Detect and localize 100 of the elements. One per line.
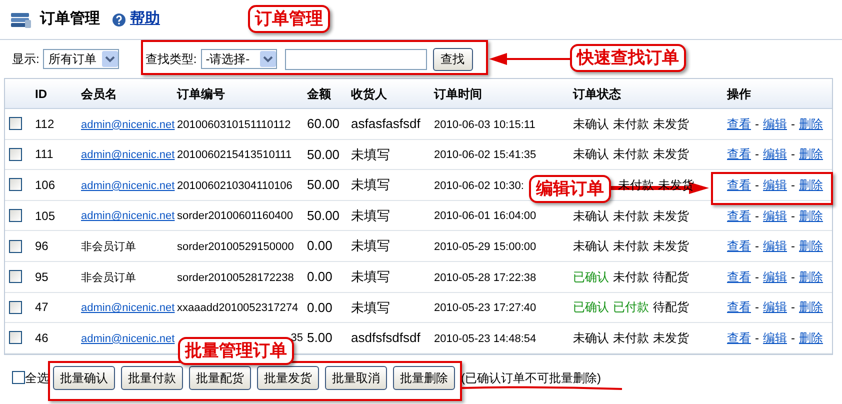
action-link[interactable]: 删除	[799, 114, 823, 133]
action-link[interactable]: 查看	[727, 298, 751, 316]
separator-dash: -	[755, 208, 759, 225]
separator-dash: -	[755, 299, 759, 316]
bulk-action-button[interactable]: 批量配货	[189, 366, 251, 390]
table-cell: 未填写	[351, 208, 390, 223]
filter-select[interactable]: 所有订单	[43, 49, 120, 69]
member-link[interactable]: admin@nicenic.net	[81, 180, 175, 192]
row-checkbox[interactable]	[9, 209, 22, 222]
table-cell: 60.00	[307, 116, 340, 132]
table-cell: 46	[35, 330, 48, 345]
table-cell: 50.00	[307, 177, 340, 192]
action-link[interactable]: 查看	[727, 114, 751, 133]
order-status: 未确认	[573, 208, 609, 225]
table-cell: 未填写	[351, 177, 390, 192]
row-checkbox[interactable]	[9, 300, 22, 314]
search-button[interactable]: 查找	[432, 48, 473, 70]
table-cell: 2010060210304110106	[177, 180, 292, 192]
action-link[interactable]: 编辑	[763, 237, 787, 256]
action-link[interactable]: 编辑	[763, 114, 787, 133]
action-link[interactable]: 编辑	[763, 145, 787, 164]
table-cell: 2010-05-29 15:00:00	[434, 240, 536, 253]
action-link[interactable]: 查看	[727, 268, 751, 286]
table-cell: 2010-05-23 14:48:54	[434, 332, 536, 345]
order-status: 未发货	[653, 146, 689, 164]
order-status: 未确认	[573, 330, 609, 347]
row-checkbox[interactable]	[9, 240, 22, 253]
order-status: 已确认	[573, 299, 609, 316]
callout-label: 订单管理	[248, 5, 330, 33]
action-link[interactable]: 编辑	[763, 298, 787, 316]
action-link[interactable]: 查看	[727, 176, 751, 194]
table-cell: sorder20100601160400	[177, 210, 294, 222]
table-cell: 106	[35, 178, 56, 192]
separator-dash: -	[791, 238, 795, 256]
separator-dash: -	[755, 176, 759, 194]
action-link[interactable]: 查看	[727, 328, 751, 347]
search-field[interactable]	[284, 48, 427, 70]
row-checkbox[interactable]	[9, 178, 22, 192]
bulk-action-button[interactable]: 批量付款	[121, 366, 183, 390]
help-link[interactable]: 帮助	[130, 8, 160, 31]
action-link[interactable]: 删除	[799, 298, 823, 316]
table-cell: 2010060215413510111	[177, 149, 292, 162]
row-checkbox[interactable]	[9, 148, 22, 161]
bulk-note: (已确认订单不可批量删除)	[461, 370, 601, 387]
table-cell: asdfsfsdfsdf	[351, 330, 420, 346]
search-type-select[interactable]: -请选择-	[200, 49, 277, 69]
action-link[interactable]: 编辑	[763, 268, 787, 286]
select-all-checkbox[interactable]	[12, 371, 25, 384]
action-link[interactable]: 查看	[727, 145, 751, 164]
column-header: 收货人	[351, 86, 387, 100]
column-header: 订单时间	[434, 86, 482, 100]
bulk-action-button[interactable]: 批量取消	[325, 366, 387, 390]
table-cell: 2010-06-03 10:15:11	[434, 118, 536, 131]
action-link[interactable]: 编辑	[763, 176, 787, 194]
column-header: 操作	[727, 86, 751, 100]
column-header: 会员名	[81, 86, 117, 100]
action-link[interactable]: 编辑	[763, 328, 787, 347]
separator-dash: -	[791, 116, 795, 133]
member-link[interactable]: admin@nicenic.net	[81, 210, 175, 222]
table-cell: 50.00	[307, 146, 340, 162]
action-link[interactable]: 删除	[799, 145, 823, 164]
order-status: 未付款	[613, 268, 649, 286]
separator-dash: -	[755, 116, 759, 133]
order-status: 未发货	[653, 238, 689, 256]
order-status: 未确认	[573, 116, 609, 133]
column-header: 订单编号	[177, 86, 225, 100]
table-cell: 95	[35, 270, 48, 284]
action-link[interactable]: 查看	[727, 206, 751, 225]
order-status: 待配货	[653, 299, 689, 316]
action-link[interactable]: 删除	[799, 206, 823, 225]
action-link[interactable]: 编辑	[763, 206, 787, 225]
action-link[interactable]: 删除	[799, 237, 823, 256]
row-checkbox[interactable]	[9, 117, 22, 130]
bulk-action-button[interactable]: 批量删除	[393, 366, 455, 390]
member-link[interactable]: admin@nicenic.net	[81, 118, 175, 131]
order-status: 未付款	[613, 116, 649, 133]
column-header: 订单状态	[573, 86, 621, 100]
separator-dash: -	[791, 268, 795, 286]
table-cell: 2010-05-28 17:22:38	[434, 272, 536, 284]
table-cell: 47	[35, 300, 48, 314]
row-checkbox[interactable]	[9, 270, 22, 284]
table-cell: sorder20100528172238	[177, 272, 294, 284]
action-link[interactable]: 查看	[727, 237, 751, 256]
member-link[interactable]: admin@nicenic.net	[81, 302, 175, 314]
table-cell: 2010-06-01 16:04:00	[434, 210, 536, 222]
bulk-action-button[interactable]: 批量确认	[53, 366, 115, 390]
member-link[interactable]: admin@nicenic.net	[81, 332, 175, 345]
order-status: 已付款	[613, 299, 649, 316]
action-link[interactable]: 删除	[799, 268, 823, 286]
member-link[interactable]: admin@nicenic.net	[81, 149, 175, 162]
table-cell: sorder20100529150000	[177, 240, 294, 253]
table-cell: 105	[35, 208, 56, 223]
row-checkbox[interactable]	[9, 331, 22, 344]
action-link[interactable]: 删除	[799, 328, 823, 347]
bulk-action-button[interactable]: 批量发货	[257, 366, 319, 390]
table-cell: 2010060310151110112	[177, 118, 291, 131]
separator-dash: -	[755, 268, 759, 286]
filter-label: 显示:	[12, 51, 40, 68]
separator-dash: -	[791, 208, 795, 225]
action-link[interactable]: 删除	[799, 176, 823, 194]
